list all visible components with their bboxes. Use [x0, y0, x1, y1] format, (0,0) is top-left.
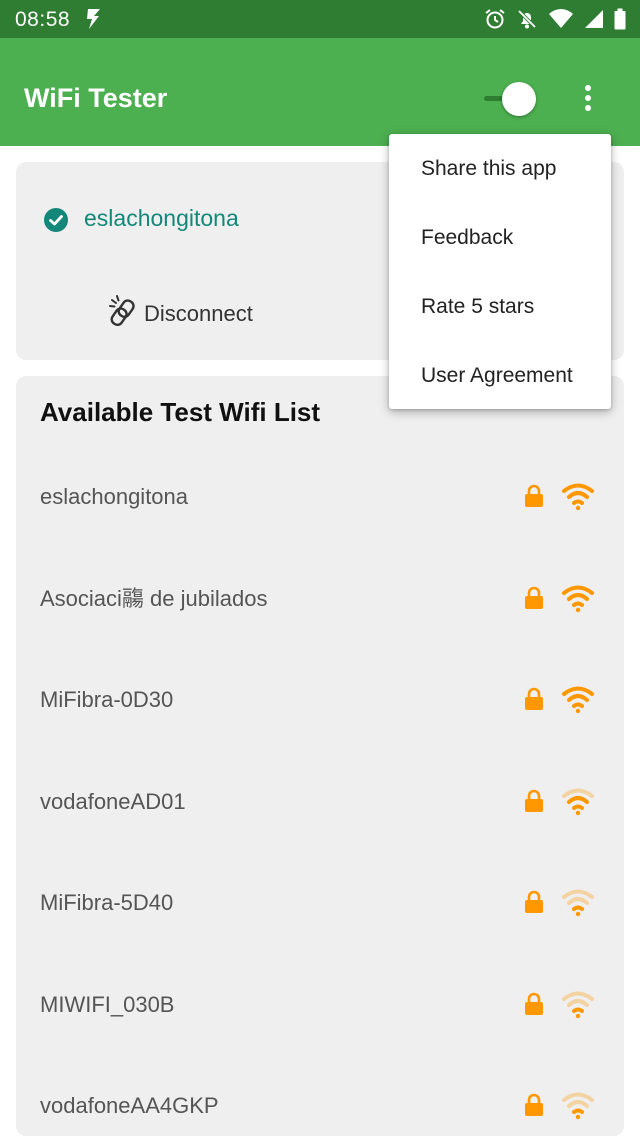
overflow-menu: Share this app Feedback Rate 5 stars Use…	[389, 134, 611, 409]
lock-icon	[524, 484, 544, 513]
wifi-list-item[interactable]: Asociaci鬺 de jubilados	[16, 548, 624, 649]
wifi-ssid: MiFibra-5D40	[40, 890, 174, 915]
overflow-menu-button[interactable]	[574, 82, 602, 116]
wifi-ssid: MIWIFI_030B	[40, 991, 175, 1017]
alarm-icon	[484, 8, 506, 30]
wifi-signal-icon	[561, 990, 595, 1025]
wifi-signal-icon	[561, 685, 595, 720]
wifi-ssid: vodafoneAA4GKP	[40, 1093, 219, 1118]
notifications-off-icon	[516, 8, 538, 30]
more-vert-icon	[585, 85, 591, 111]
disconnect-label: Disconnect	[144, 300, 253, 326]
status-time: 08:58	[15, 8, 71, 31]
lock-icon	[524, 586, 544, 615]
wifi-list-item[interactable]: MIWIFI_030B	[16, 954, 624, 1055]
wifi-signal-icon	[561, 888, 595, 923]
wifi-signal-icon	[561, 584, 595, 619]
menu-item-feedback[interactable]: Feedback	[389, 203, 611, 272]
wifi-list-card: Available Test Wifi List eslachongitona A…	[16, 376, 624, 1136]
wifi-list-title: Available Test Wifi List	[40, 397, 321, 427]
bolt-icon	[86, 8, 102, 35]
connected-ssid: eslachongitona	[84, 205, 239, 231]
disconnect-button[interactable]: Disconnect	[108, 294, 253, 333]
cell-signal-icon	[584, 8, 604, 30]
lock-icon	[524, 687, 544, 716]
status-bar: 08:58	[0, 0, 640, 38]
wifi-list-item[interactable]: MiFibra-0D30	[16, 649, 624, 750]
wifi-list-item[interactable]: MiFibra-5D40	[16, 852, 624, 953]
lock-icon	[524, 992, 544, 1021]
lock-icon	[524, 789, 544, 818]
wifi-ssid: vodafoneAD01	[40, 788, 186, 814]
menu-item-rate[interactable]: Rate 5 stars	[389, 272, 611, 341]
tester-toggle[interactable]	[482, 82, 538, 116]
wifi-ssid: Asociaci鬺 de jubilados	[40, 585, 268, 611]
wifi-list-item[interactable]: vodafoneAA4GKP	[16, 1055, 624, 1136]
menu-item-share[interactable]: Share this app	[389, 134, 611, 203]
toggle-knob	[502, 82, 536, 116]
status-icons	[484, 7, 626, 31]
wifi-list-item[interactable]: eslachongitona	[16, 446, 624, 547]
app-title: WiFi Tester	[24, 83, 168, 113]
link-off-icon	[108, 294, 140, 333]
menu-item-user-agreement[interactable]: User Agreement	[389, 341, 611, 410]
wifi-signal-icon	[561, 482, 595, 517]
wifi-signal-icon	[561, 787, 595, 822]
lock-icon	[524, 1093, 544, 1122]
wifi-ssid: eslachongitona	[40, 484, 189, 509]
wifi-signal-icon	[561, 1091, 595, 1126]
wifi-list-item[interactable]: vodafoneAD01	[16, 751, 624, 852]
lock-icon	[524, 890, 544, 919]
battery-icon	[614, 8, 626, 30]
wifi-ssid: MiFibra-0D30	[40, 687, 174, 712]
app-bar: WiFi Tester	[0, 38, 640, 146]
wifi-icon	[548, 8, 574, 30]
check-circle-icon	[43, 207, 69, 238]
